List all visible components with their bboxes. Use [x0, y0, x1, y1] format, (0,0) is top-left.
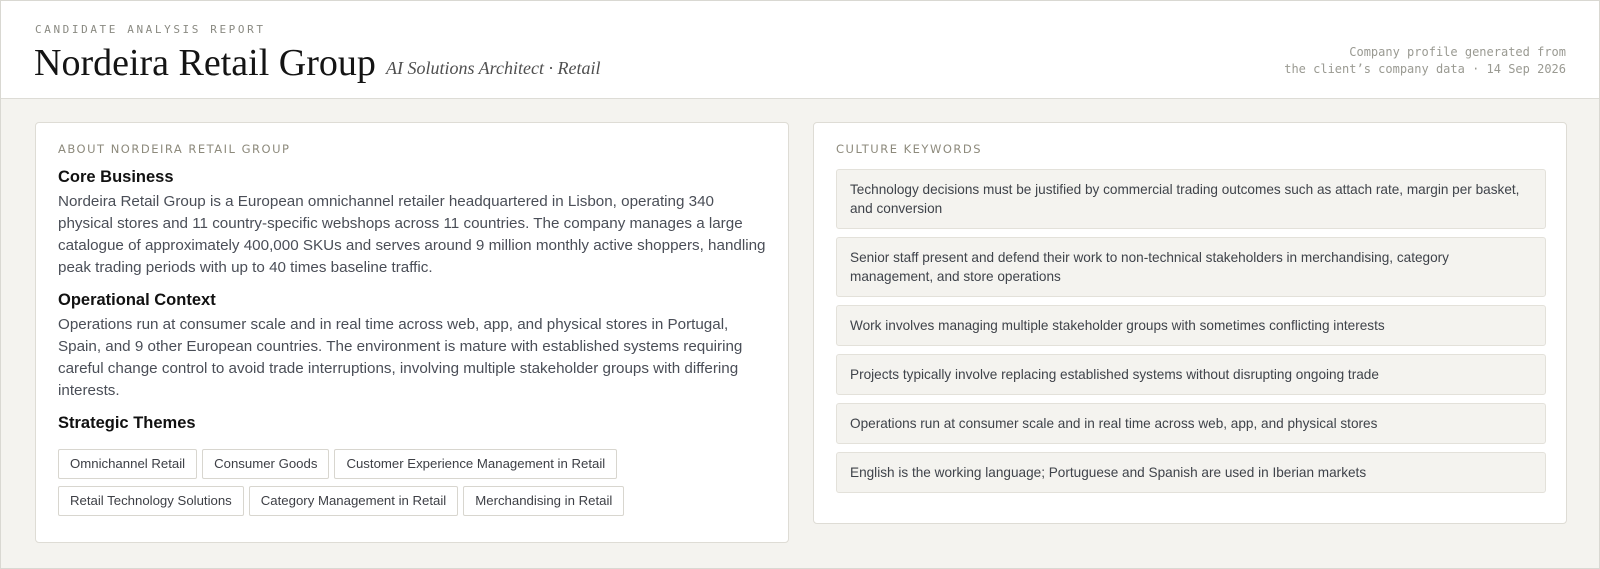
generation-meta: Company profile generated from the clien…	[1284, 44, 1566, 78]
strategic-themes-tags: Omnichannel Retail Consumer Goods Customer…	[58, 449, 768, 523]
operational-context-text: Operations run at consumer scale and in …	[58, 316, 743, 399]
tag-row: Omnichannel Retail Consumer Goods Customer…	[58, 449, 768, 479]
culture-keyword-item: English is the working language; Portugu…	[836, 452, 1546, 493]
generation-meta-line-2: the client’s company data · 14 Sep 2026	[1284, 62, 1566, 76]
report-eyebrow: CANDIDATE ANALYSIS REPORT	[35, 23, 266, 36]
theme-tag: Merchandising in Retail	[463, 486, 625, 516]
culture-keywords-card: CULTURE KEYWORDS Technology decisions mu…	[813, 122, 1567, 524]
report-header: CANDIDATE ANALYSIS REPORT Nordeira Retai…	[1, 1, 1599, 99]
culture-keyword-item: Work involves managing multiple stakehol…	[836, 305, 1546, 346]
role-subtitle: AI Solutions Architect · Retail	[386, 58, 601, 78]
culture-keyword-item: Senior staff present and defend their wo…	[836, 237, 1546, 297]
about-card-label: ABOUT NORDEIRA RETAIL GROUP	[58, 142, 291, 156]
generation-meta-line-1: Company profile generated from	[1349, 45, 1566, 59]
core-business-heading: Core Business	[58, 168, 174, 186]
operational-context-heading: Operational Context	[58, 291, 216, 309]
culture-keyword-item: Operations run at consumer scale and in …	[836, 403, 1546, 444]
theme-tag: Consumer Goods	[202, 449, 330, 479]
theme-tag: Category Management in Retail	[248, 486, 459, 516]
theme-tag: Retail Technology Solutions	[58, 486, 244, 516]
theme-tag: Omnichannel Retail	[58, 449, 198, 479]
theme-tag: Customer Experience Management in Retail	[334, 449, 618, 479]
about-company-card: ABOUT NORDEIRA RETAIL GROUP Core Busines…	[35, 122, 789, 543]
core-business-text: Nordeira Retail Group is a European omni…	[58, 193, 766, 276]
tag-row: Retail Technology Solutions Category Mana…	[58, 486, 768, 516]
strategic-themes-heading: Strategic Themes	[58, 414, 196, 432]
culture-keyword-item: Technology decisions must be justified b…	[836, 169, 1546, 229]
culture-keyword-list: Technology decisions must be justified b…	[836, 169, 1546, 501]
culture-keyword-item: Projects typically involve replacing est…	[836, 354, 1546, 395]
culture-card-label: CULTURE KEYWORDS	[836, 142, 983, 156]
report-page: CANDIDATE ANALYSIS REPORT Nordeira Retai…	[0, 0, 1600, 569]
page-title: Nordeira Retail Group	[34, 42, 376, 84]
